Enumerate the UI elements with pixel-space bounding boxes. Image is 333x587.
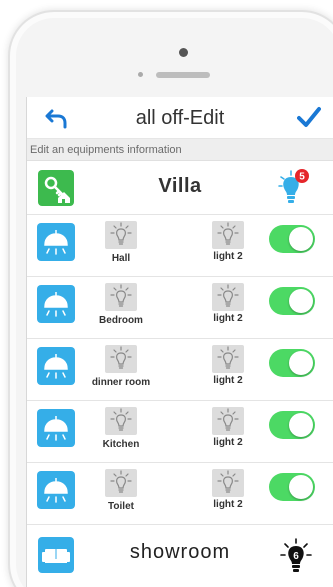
device-row: Kitchen light 2 bbox=[27, 401, 333, 463]
device-row: dinner room light 2 bbox=[27, 339, 333, 401]
light-bulb-icon[interactable] bbox=[212, 221, 244, 249]
ceiling-lamp-icon bbox=[37, 223, 75, 261]
speaker-grille bbox=[156, 72, 210, 78]
toggle-knob bbox=[289, 475, 313, 499]
device-row: Hall light 2 bbox=[27, 215, 333, 277]
light-label: light 2 bbox=[213, 251, 243, 262]
light-bulb-icon[interactable] bbox=[105, 283, 137, 311]
group2-badge-count: 6 bbox=[293, 551, 299, 562]
section-subheader: Edit an equipments information bbox=[27, 139, 333, 161]
device-row: Bedroom light 2 bbox=[27, 277, 333, 339]
sensor bbox=[138, 72, 143, 77]
light-bulb-icon[interactable] bbox=[105, 345, 137, 373]
bulb-badge-icon: 6 bbox=[280, 538, 312, 572]
ceiling-lamp-icon bbox=[37, 347, 75, 385]
app-screen: all off-Edit Edit an equipments informat… bbox=[26, 97, 333, 587]
toggle-knob bbox=[289, 413, 313, 437]
toggle-knob bbox=[289, 227, 313, 251]
group-row-villa[interactable]: Villa 5 bbox=[27, 161, 333, 215]
page-title: all off-Edit bbox=[135, 107, 225, 129]
ceiling-lamp-icon bbox=[37, 409, 75, 447]
device-row: Toilet light 2 bbox=[27, 463, 333, 525]
device-name: Hall bbox=[111, 253, 131, 264]
ceiling-lamp-icon bbox=[37, 471, 75, 509]
power-toggle[interactable] bbox=[269, 349, 315, 377]
device-name: Toilet bbox=[108, 501, 134, 512]
light-bulb-icon[interactable] bbox=[105, 469, 137, 497]
light-label: light 2 bbox=[213, 499, 243, 510]
light-bulb-icon[interactable] bbox=[212, 345, 244, 373]
power-toggle[interactable] bbox=[269, 473, 315, 501]
light-bulb-icon[interactable] bbox=[212, 469, 244, 497]
confirm-check-icon[interactable] bbox=[297, 106, 321, 128]
power-toggle[interactable] bbox=[269, 287, 315, 315]
light-bulb-icon[interactable] bbox=[105, 221, 137, 249]
device-name: Kitchen bbox=[102, 439, 140, 450]
light-bulb-icon[interactable] bbox=[212, 283, 244, 311]
power-toggle[interactable] bbox=[269, 225, 315, 253]
power-toggle[interactable] bbox=[269, 411, 315, 439]
device-name: Bedroom bbox=[99, 315, 143, 326]
light-label: light 2 bbox=[213, 437, 243, 448]
light-bulb-icon[interactable] bbox=[212, 407, 244, 435]
light-label: light 2 bbox=[213, 375, 243, 386]
nav-bar: all off-Edit bbox=[27, 97, 333, 139]
group-badge-count: 5 bbox=[299, 172, 305, 183]
toggle-knob bbox=[289, 351, 313, 375]
group-row-showroom[interactable]: showroom 6 bbox=[27, 525, 333, 585]
camera bbox=[179, 48, 188, 57]
light-label: light 2 bbox=[213, 313, 243, 324]
light-bulb-icon[interactable] bbox=[105, 407, 137, 435]
ceiling-lamp-icon bbox=[37, 285, 75, 323]
toggle-knob bbox=[289, 289, 313, 313]
bulb-badge-icon: 5 bbox=[278, 169, 309, 203]
device-name: dinner room bbox=[91, 377, 151, 388]
